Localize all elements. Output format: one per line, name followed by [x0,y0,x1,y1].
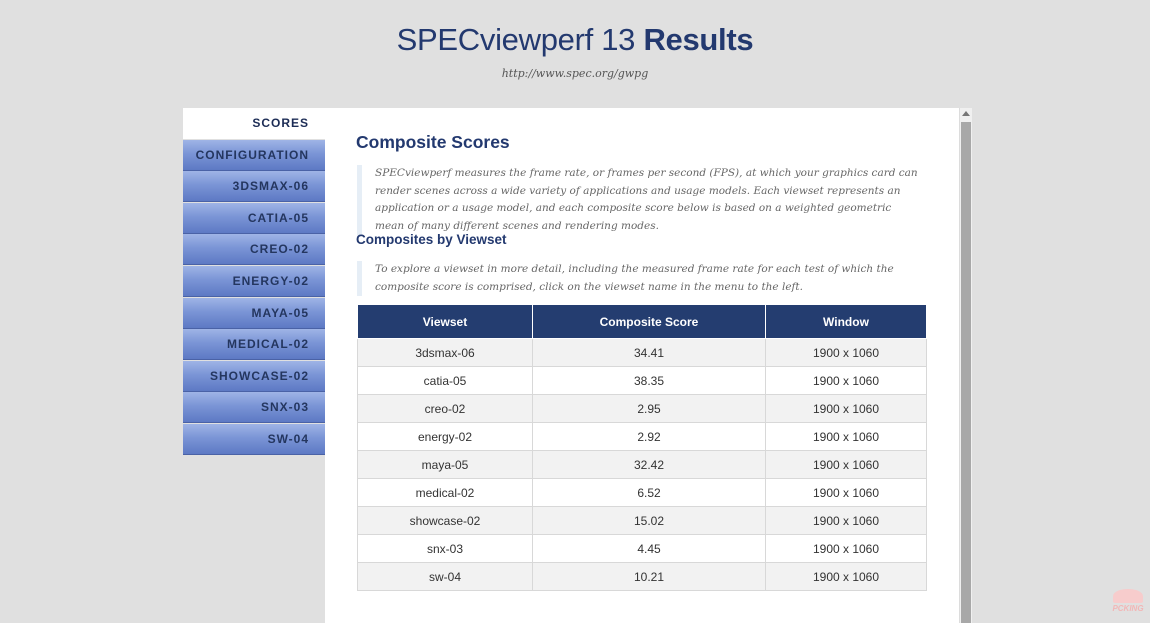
sidebar-item-snx-03[interactable]: SNX-03 [183,392,325,424]
cell-viewset: snx-03 [357,534,533,563]
section-title: Composite Scores [356,132,510,152]
table-row: showcase-02 15.02 1900 x 1060 [357,506,927,535]
table-row: medical-02 6.52 1900 x 1060 [357,478,927,507]
cell-viewset: maya-05 [357,450,533,479]
table-row: catia-05 38.35 1900 x 1060 [357,366,927,395]
cell-viewset: energy-02 [357,422,533,451]
table-row: energy-02 2.92 1900 x 1060 [357,422,927,451]
sidebar-item-medical-02[interactable]: MEDICAL-02 [183,329,325,361]
cell-window: 1900 x 1060 [765,366,927,395]
sidebar-item-3dsmax-06[interactable]: 3DSMAX-06 [183,171,325,203]
hint-blockquote: To explore a viewset in more detail, inc… [357,261,920,296]
column-header-window: Window [765,304,927,339]
sidebar-item-energy-02[interactable]: ENERGY-02 [183,265,325,297]
page-title-bold: Results [643,22,754,57]
sidebar-item-sw-04[interactable]: SW-04 [183,423,325,455]
sidebar-nav: SCORES CONFIGURATION 3DSMAX-06 CATIA-05 CREO… [183,108,325,456]
page-title-light: SPECviewperf 13 [396,22,644,57]
sidebar-item-catia-05[interactable]: CATIA-05 [183,202,325,234]
cell-composite-score: 34.41 [532,338,766,367]
cell-window: 1900 x 1060 [765,478,927,507]
table-body: 3dsmax-06 34.41 1900 x 1060 catia-05 38.35 19… [357,338,927,591]
cell-viewset: medical-02 [357,478,533,507]
sidebar-item-configuration[interactable]: CONFIGURATION [183,139,325,171]
cell-window: 1900 x 1060 [765,450,927,479]
watermark-logo-icon [1113,589,1143,603]
column-header-viewset: Viewset [357,304,533,339]
table-row: maya-05 32.42 1900 x 1060 [357,450,927,479]
cell-viewset: showcase-02 [357,506,533,535]
cell-window: 1900 x 1060 [765,506,927,535]
source-url[interactable]: http://www.spec.org/gwpg [0,67,1150,80]
subsection-title: Composites by Viewset [356,232,507,247]
column-header-composite-score: Composite Score [532,304,766,339]
cell-window: 1900 x 1060 [765,422,927,451]
cell-window: 1900 x 1060 [765,562,927,591]
scrollbar-thumb[interactable] [961,122,971,623]
cell-composite-score: 4.45 [532,534,766,563]
watermark: PCKING [1110,589,1146,613]
cell-viewset: sw-04 [357,562,533,591]
table-row: 3dsmax-06 34.41 1900 x 1060 [357,338,927,367]
sidebar-item-scores[interactable]: SCORES [183,108,325,139]
cell-composite-score: 10.21 [532,562,766,591]
cell-composite-score: 6.52 [532,478,766,507]
vertical-scrollbar[interactable] [959,108,972,623]
content-panel: Composite Scores SPECviewperf measures t… [325,108,972,623]
cell-viewset: 3dsmax-06 [357,338,533,367]
cell-composite-score: 15.02 [532,506,766,535]
cell-window: 1900 x 1060 [765,394,927,423]
table-row: snx-03 4.45 1900 x 1060 [357,534,927,563]
cell-viewset: creo-02 [357,394,533,423]
scroll-up-arrow-icon[interactable] [962,111,970,116]
cell-viewset: catia-05 [357,366,533,395]
table-row: creo-02 2.95 1900 x 1060 [357,394,927,423]
sidebar-item-maya-05[interactable]: MAYA-05 [183,297,325,329]
cell-composite-score: 2.92 [532,422,766,451]
intro-blockquote: SPECviewperf measures the frame rate, or… [357,165,920,235]
table-header-row: Viewset Composite Score Window [357,304,927,339]
sidebar-item-creo-02[interactable]: CREO-02 [183,234,325,266]
table-row: sw-04 10.21 1900 x 1060 [357,562,927,591]
sidebar-item-showcase-02[interactable]: SHOWCASE-02 [183,360,325,392]
page: SPECviewperf 13 Results http://www.spec.… [0,0,1150,623]
cell-window: 1900 x 1060 [765,534,927,563]
watermark-text: PCKING [1112,604,1144,613]
scores-table: Viewset Composite Score Window 3dsmax-06… [357,304,927,591]
cell-composite-score: 38.35 [532,366,766,395]
cell-composite-score: 2.95 [532,394,766,423]
cell-composite-score: 32.42 [532,450,766,479]
cell-window: 1900 x 1060 [765,338,927,367]
page-title: SPECviewperf 13 Results [0,22,1150,58]
